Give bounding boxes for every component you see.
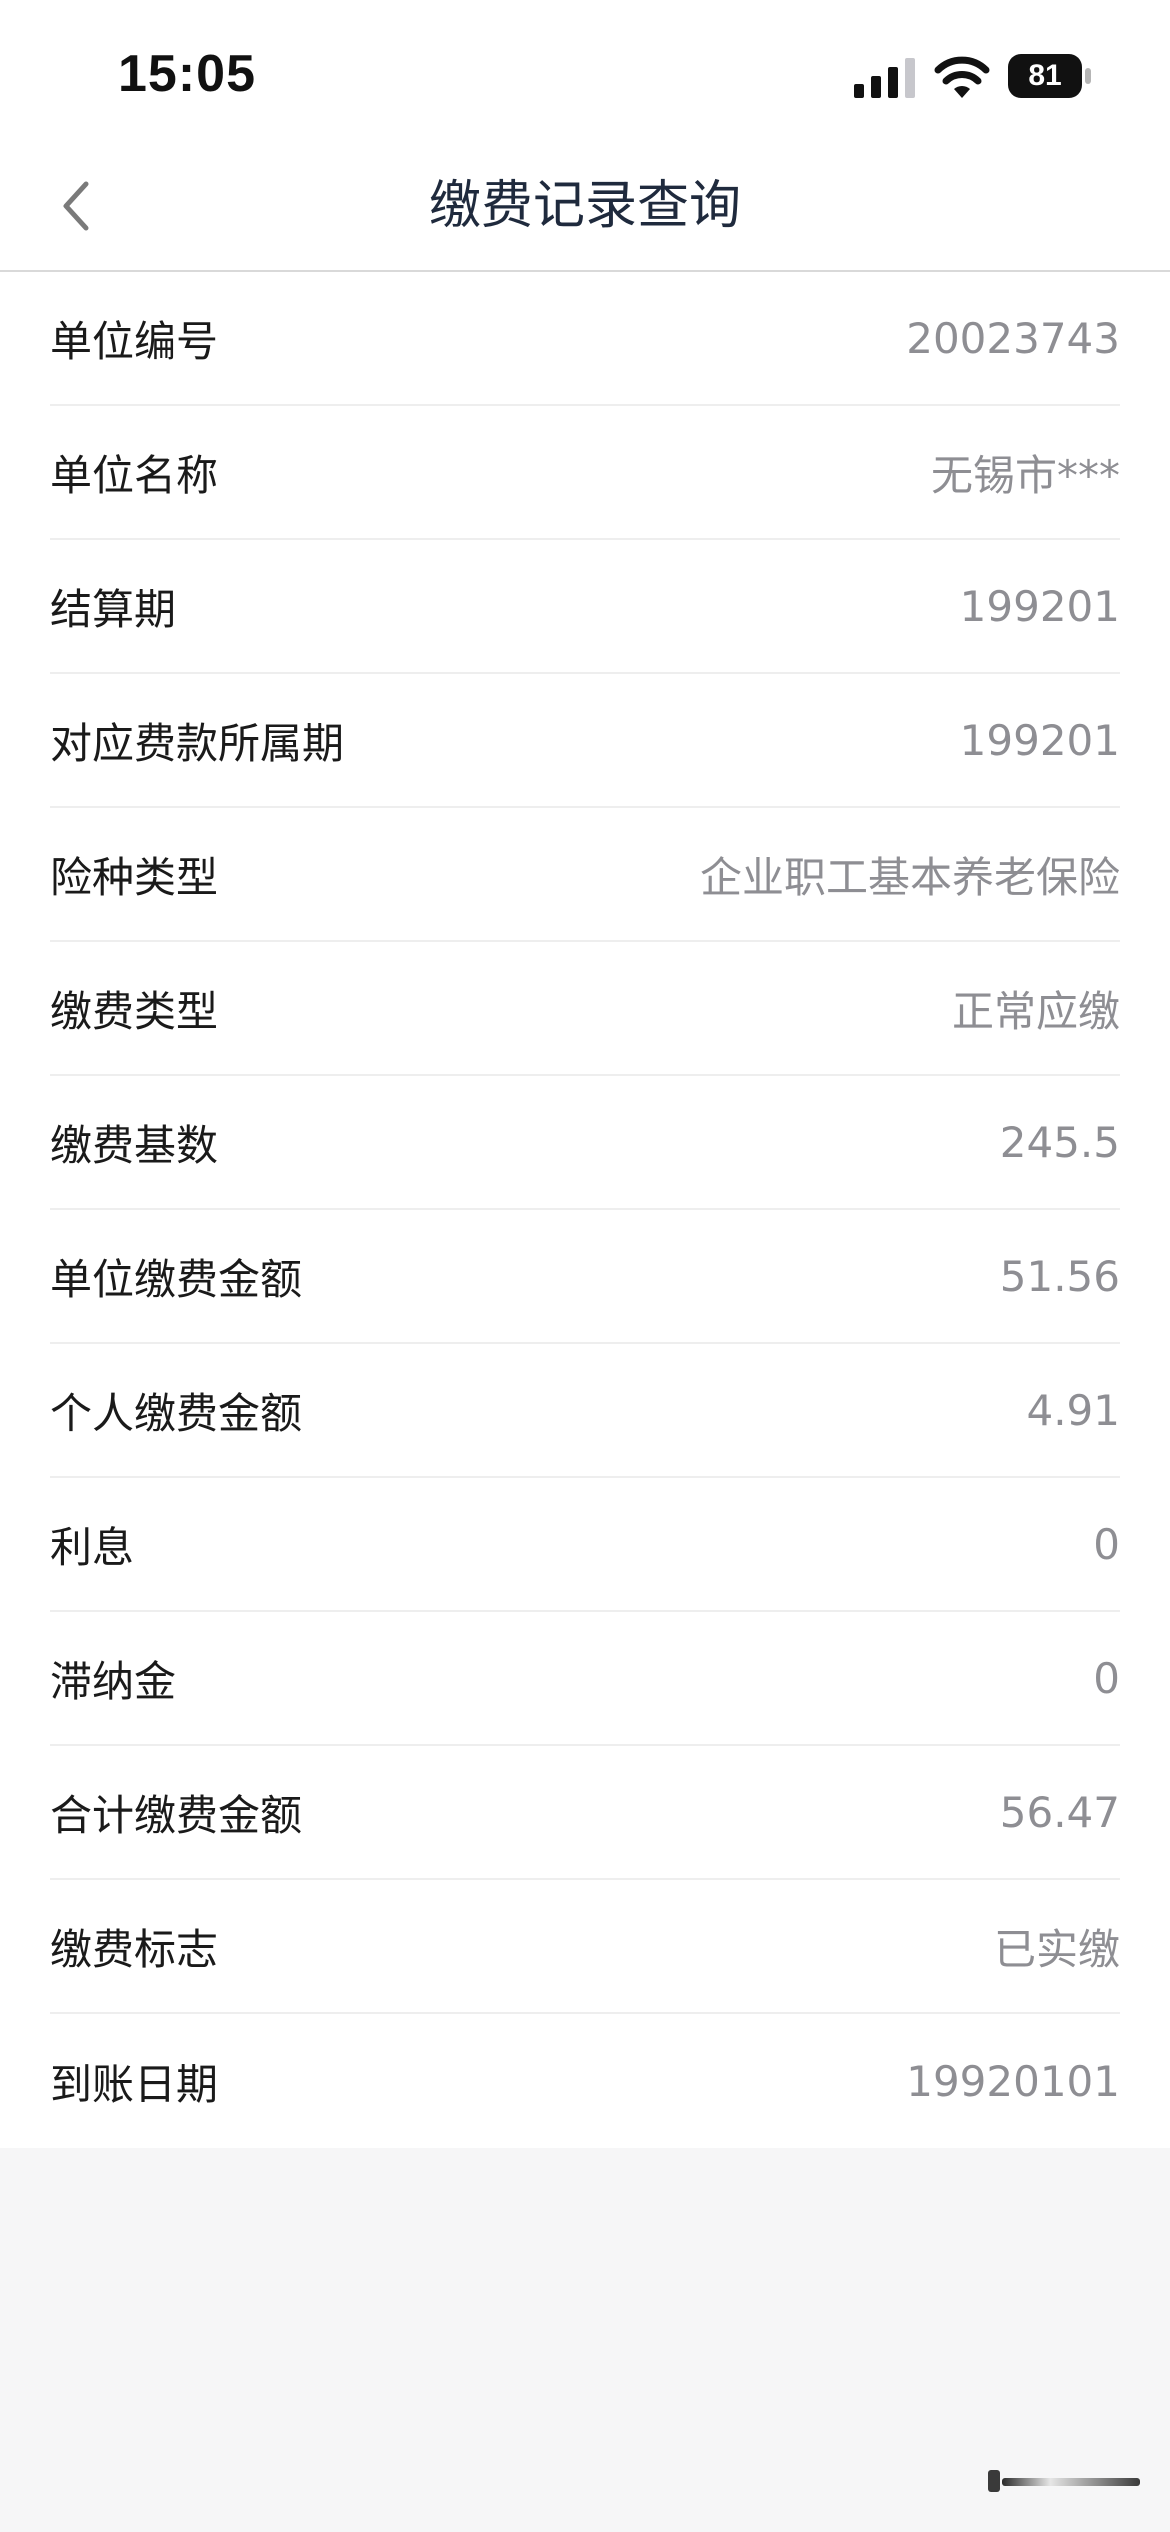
row-label: 单位缴费金额 (50, 1254, 303, 1304)
detail-row-arrival-date: 到账日期 19920101 (50, 2014, 1120, 2148)
row-label: 对应费款所属期 (50, 718, 345, 768)
detail-row-payment-status: 缴费标志 已实缴 (50, 1880, 1120, 2014)
row-label: 结算期 (50, 584, 177, 634)
detail-row-total-payment: 合计缴费金额 56.47 (50, 1746, 1120, 1880)
signal-icon (854, 58, 915, 98)
detail-row-payment-base: 缴费基数 245.5 (50, 1076, 1120, 1210)
wifi-icon (934, 56, 990, 98)
scroll-indicator (988, 2470, 1140, 2492)
row-label: 利息 (50, 1522, 135, 1572)
detail-row-unit-name: 单位名称 无锡市*** (50, 406, 1120, 540)
row-value: 199201 (959, 715, 1120, 765)
row-value: 51.56 (999, 1251, 1120, 1301)
chevron-left-icon (63, 181, 89, 231)
row-value: 企业职工基本养老保险 (699, 852, 1120, 902)
row-label: 缴费标志 (50, 1924, 219, 1974)
row-value: 无锡市*** (930, 450, 1120, 500)
payment-detail-list: 单位编号 20023743 单位名称 无锡市*** 结算期 199201 对应费… (0, 272, 1170, 2148)
row-label: 单位编号 (50, 316, 219, 366)
status-time: 15:05 (118, 45, 256, 103)
row-label: 缴费类型 (50, 986, 219, 1036)
row-value: 已实缴 (993, 1924, 1120, 1974)
status-bar: 15:05 81 (0, 0, 1170, 140)
detail-row-payment-type: 缴费类型 正常应缴 (50, 942, 1120, 1076)
row-label: 险种类型 (50, 852, 219, 902)
detail-row-unit-payment: 单位缴费金额 51.56 (50, 1210, 1120, 1344)
row-label: 单位名称 (50, 450, 219, 500)
row-value: 245.5 (999, 1117, 1120, 1167)
detail-row-insurance-type: 险种类型 企业职工基本养老保险 (50, 808, 1120, 942)
detail-row-unit-id: 单位编号 20023743 (50, 272, 1120, 406)
row-label: 个人缴费金额 (50, 1388, 303, 1438)
row-value: 4.91 (1026, 1385, 1120, 1435)
row-label: 到账日期 (50, 2059, 219, 2109)
row-label: 合计缴费金额 (50, 1790, 303, 1840)
row-value: 0 (1093, 1653, 1120, 1703)
row-value: 199201 (959, 581, 1120, 631)
row-value: 19920101 (906, 2056, 1120, 2106)
nav-bar: 缴费记录查询 (0, 140, 1170, 272)
row-value: 正常应缴 (951, 986, 1120, 1036)
detail-row-interest: 利息 0 (50, 1478, 1120, 1612)
detail-row-fee-period: 对应费款所属期 199201 (50, 674, 1120, 808)
row-value: 20023743 (906, 313, 1120, 363)
back-button[interactable] (40, 170, 112, 242)
detail-row-settlement-period: 结算期 199201 (50, 540, 1120, 674)
page-title: 缴费记录查询 (428, 176, 741, 236)
row-label: 缴费基数 (50, 1120, 219, 1170)
battery-level: 81 (1028, 59, 1062, 92)
row-value: 56.47 (999, 1787, 1120, 1837)
row-label: 滞纳金 (50, 1656, 177, 1706)
row-value: 0 (1093, 1519, 1120, 1569)
detail-row-personal-payment: 个人缴费金额 4.91 (50, 1344, 1120, 1478)
detail-row-late-fee: 滞纳金 0 (50, 1612, 1120, 1746)
